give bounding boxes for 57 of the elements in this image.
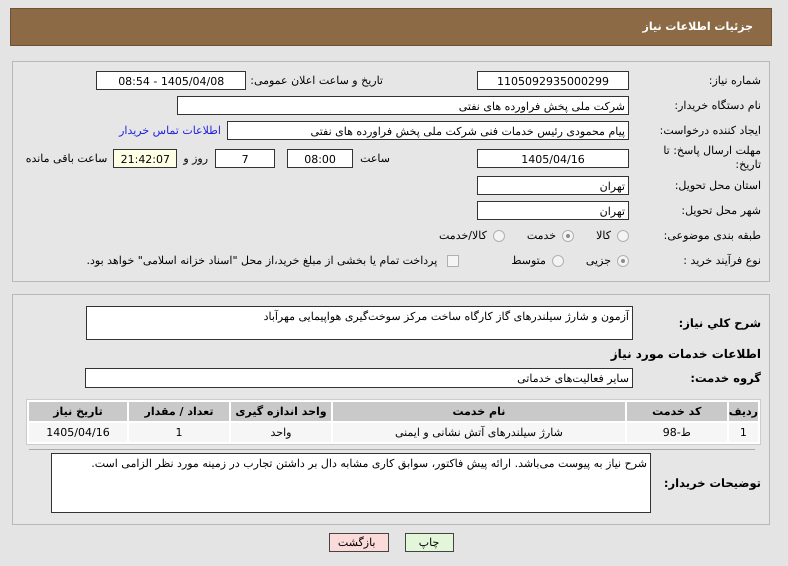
radio-button[interactable] [562, 230, 574, 242]
text-field[interactable]: تهران [477, 201, 629, 220]
text-field[interactable]: تهران [477, 176, 629, 195]
option-label: متوسط [511, 254, 546, 267]
column-header: واحد اندازه گیری [231, 402, 331, 421]
field-label: ساعت باقی مانده [26, 152, 108, 164]
print-button[interactable]: چاپ [404, 533, 454, 552]
field-label: ساعت [360, 152, 390, 164]
table-cell: ط-98 [626, 423, 727, 442]
text-field[interactable]: 1405/04/08 - 08:54 [96, 71, 246, 90]
field-label: استان محل تحویل: [674, 178, 762, 192]
field-label: شماره نیاز: [708, 74, 762, 88]
notes-box[interactable]: شرح نیاز به پیوست می‌باشد. ارائه پیش فاکتور، سوابق کاری مشابه دال بر داشتن تجارب در زمینه مورد نظر الزامی است. [51, 453, 651, 513]
checkbox-label: پرداخت تمام یا بخشی از مبلغ خرید،از محل "اسناد خزانه اسلامی" خواهد بود. [86, 254, 438, 267]
text-field[interactable]: 1405/04/16 [477, 148, 629, 168]
countdown-field[interactable]: 21:42:07 [113, 148, 178, 168]
text-field[interactable]: 1105092935000299 [477, 71, 629, 90]
radio-button[interactable] [617, 230, 629, 242]
field-label: گروه خدمت: [689, 371, 762, 385]
text-field[interactable]: 7 [215, 148, 276, 168]
text-field[interactable]: سایر فعالیت‌های خدماتی [85, 368, 633, 388]
column-header: تعداد / مقدار [129, 402, 229, 421]
radio-button[interactable] [617, 254, 629, 266]
column-header: کد خدمت [626, 402, 727, 421]
table-cell: 1 [728, 423, 758, 442]
field-label: شرح کلي نیاز: [678, 316, 762, 330]
field-label: طبقه بندی موضوعی: [662, 228, 762, 242]
field-label: توضیحات خریدار: [662, 476, 762, 490]
field-label: ایجاد کننده درخواست: [658, 124, 762, 138]
table-cell: 1405/04/16 [29, 423, 127, 442]
column-header: نام خدمت [333, 402, 625, 421]
back-button[interactable]: بازگشت [328, 533, 388, 552]
radio-button[interactable] [492, 230, 505, 242]
field-label: شهر محل تحویل: [680, 204, 762, 218]
checkbox[interactable] [447, 254, 460, 266]
table-cell: شارژ سیلندرهای آتش نشانی و ایمنی [333, 423, 625, 442]
text-field[interactable]: پیام محمودی رئیس خدمات فنی شرکت ملی پخش فراورده های نفتی [227, 121, 629, 140]
field-label: نام دستگاه خریدار: [673, 98, 762, 112]
contact-link[interactable]: اطلاعات تماس خریدار [119, 124, 221, 137]
table-cell: 1 [129, 423, 229, 442]
table-cell: واحد [231, 423, 331, 442]
option-label: جزیی [586, 254, 611, 267]
section-heading: اطلاعات خدمات مورد نیاز [609, 346, 762, 363]
column-header: ردیف [728, 402, 758, 421]
option-label: کالا/خدمت [439, 229, 487, 242]
description-box[interactable]: آزمون و شارژ سیلندرهای گاز کارگاه ساخت مرکز سوخت‌گیری هواپیمایی مهرآباد [86, 306, 633, 340]
text-field[interactable]: شرکت ملی پخش فراورده های نفتی [177, 96, 629, 115]
field-label: نوع فرآیند خرید : [682, 254, 762, 268]
field-label: تاریخ و ساعت اعلان عمومی: [250, 74, 383, 87]
field-label: روز و [183, 152, 208, 164]
text-field[interactable]: 08:00 [287, 148, 354, 168]
option-label: خدمت [526, 229, 556, 242]
page-header: جزئیات اطلاعات نیاز [10, 8, 772, 46]
column-header: تاریخ نیاز [29, 402, 127, 421]
field-label: مهلت ارسال پاسخ: تا تاریخ: [662, 144, 762, 172]
radio-button[interactable] [552, 254, 564, 266]
option-label: کالا [596, 229, 611, 242]
